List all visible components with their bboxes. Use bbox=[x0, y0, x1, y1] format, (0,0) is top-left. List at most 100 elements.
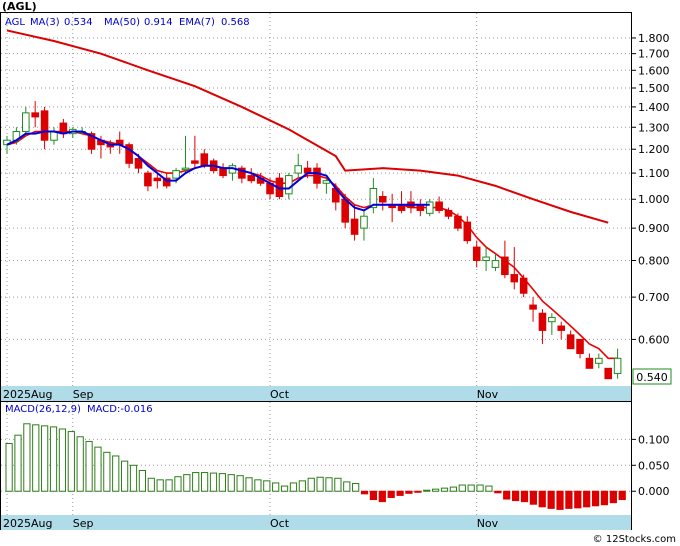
candle-body bbox=[144, 172, 152, 187]
macd-bar bbox=[343, 481, 351, 492]
price-y-tick-label: 1.600 bbox=[638, 64, 670, 77]
candle-body bbox=[219, 167, 227, 177]
candle-body bbox=[519, 277, 528, 294]
price-y-tick-label: 1.200 bbox=[638, 143, 670, 156]
candle-body bbox=[510, 274, 519, 283]
macd-bar bbox=[440, 487, 449, 492]
macd-bar bbox=[307, 477, 315, 492]
macd-bar bbox=[280, 485, 289, 492]
macd-bar bbox=[511, 490, 520, 502]
candle-body bbox=[538, 312, 547, 331]
candle-body bbox=[360, 215, 368, 229]
candle-body bbox=[501, 256, 509, 276]
macd-bar bbox=[538, 490, 546, 508]
macd-bar bbox=[138, 469, 147, 492]
legend-ma3: MA(3) bbox=[30, 17, 60, 28]
price-y-tick-label: 0.900 bbox=[638, 222, 670, 235]
price-y-tick-label: 1.700 bbox=[638, 48, 670, 61]
macd-bar bbox=[583, 490, 591, 508]
candle-body bbox=[294, 165, 303, 174]
legend-ma50: MA(50) bbox=[104, 17, 140, 28]
candle-body bbox=[40, 110, 49, 141]
macd-bar bbox=[289, 482, 298, 492]
price-y-tick-label: 0.700 bbox=[638, 291, 670, 304]
macd-bar bbox=[485, 485, 493, 492]
macd-bar bbox=[218, 473, 226, 492]
price-y-tick-label: 0.800 bbox=[638, 254, 670, 267]
candle-body bbox=[557, 325, 566, 331]
macd-bar bbox=[414, 490, 422, 493]
candle-body bbox=[444, 209, 453, 217]
candle-body bbox=[350, 218, 359, 235]
macd-bar bbox=[112, 455, 120, 492]
macd-bar bbox=[58, 428, 67, 492]
stock-chart: 0.600 0.700 0.800 0.900 1.000 1.100 1.200 1.300… bbox=[0, 0, 680, 546]
legend-ema7-value: 0.568 bbox=[221, 17, 250, 28]
price-y-tick-label: 0.600 bbox=[638, 333, 670, 346]
macd-bar bbox=[121, 460, 129, 492]
macd-bar bbox=[556, 490, 564, 510]
candle bbox=[604, 367, 613, 380]
macd-bar bbox=[41, 425, 49, 492]
candle-body bbox=[529, 304, 537, 310]
macd-bar bbox=[67, 431, 75, 492]
candle-body bbox=[491, 259, 500, 268]
macd-bar bbox=[325, 477, 333, 492]
macd-bar bbox=[129, 464, 138, 492]
candle-body bbox=[585, 357, 594, 369]
candle-body bbox=[134, 158, 143, 169]
candle-body bbox=[313, 167, 321, 184]
macd-bar bbox=[458, 484, 466, 492]
macd-bar bbox=[209, 472, 218, 492]
chart-title: (AGL) bbox=[2, 0, 37, 13]
macd-bar bbox=[174, 476, 182, 492]
macd-bar bbox=[5, 443, 13, 492]
candle-body bbox=[482, 256, 490, 261]
watermark: © 12Stocks.com bbox=[593, 534, 676, 545]
candle-body bbox=[472, 246, 481, 261]
price-y-tick-label: 1.400 bbox=[638, 101, 670, 114]
macd-bar bbox=[298, 480, 306, 492]
macd-x-tick-label: Nov bbox=[477, 517, 499, 530]
macd-y-tick-label: 0.050 bbox=[638, 459, 670, 472]
macd-bar bbox=[600, 490, 609, 506]
candle-body bbox=[566, 334, 575, 350]
price-x-tick-label: 2025Aug bbox=[3, 388, 52, 401]
macd-x-tick-label: 2025Aug bbox=[3, 517, 52, 530]
macd-bar bbox=[200, 472, 209, 492]
macd-bar bbox=[618, 490, 626, 501]
macd-bar bbox=[360, 490, 369, 495]
macd-bar bbox=[476, 484, 484, 492]
candle-body bbox=[613, 357, 622, 374]
price-x-tick-label: Sep bbox=[73, 388, 94, 401]
price-y-tick-label: 1.500 bbox=[638, 82, 670, 95]
macd-bar bbox=[591, 490, 600, 507]
macd-bar bbox=[449, 486, 458, 492]
price-y-tick-label: 1.800 bbox=[638, 32, 670, 45]
macd-bar bbox=[272, 482, 280, 492]
candle-body bbox=[425, 201, 434, 214]
macd-bar bbox=[76, 436, 84, 492]
macd-bar bbox=[369, 490, 378, 501]
candle-body bbox=[191, 160, 199, 164]
macd-bar bbox=[165, 479, 173, 492]
price-y-tick-label: 1.300 bbox=[638, 121, 670, 134]
macd-bar bbox=[156, 479, 164, 492]
macd-legend-label: MACD(26,12,9) bbox=[5, 404, 81, 415]
price-date-bar bbox=[1, 386, 631, 401]
macd-bar bbox=[183, 474, 191, 492]
macd-bar bbox=[227, 474, 235, 492]
price-y-tick-label: 1.100 bbox=[638, 167, 670, 180]
macd-bar bbox=[378, 490, 386, 503]
candle-body bbox=[595, 357, 603, 364]
price-panel bbox=[0, 12, 632, 402]
candle-body bbox=[285, 175, 293, 195]
legend-ema7: EMA(7) bbox=[179, 17, 215, 28]
macd-bar bbox=[503, 490, 511, 500]
macd-bar bbox=[387, 490, 395, 498]
macd-bar bbox=[352, 482, 360, 492]
candle-body bbox=[604, 367, 613, 380]
macd-y-tick-label: 0.000 bbox=[638, 485, 670, 498]
candle bbox=[454, 213, 462, 232]
legend-ticker: AGL bbox=[5, 17, 25, 28]
